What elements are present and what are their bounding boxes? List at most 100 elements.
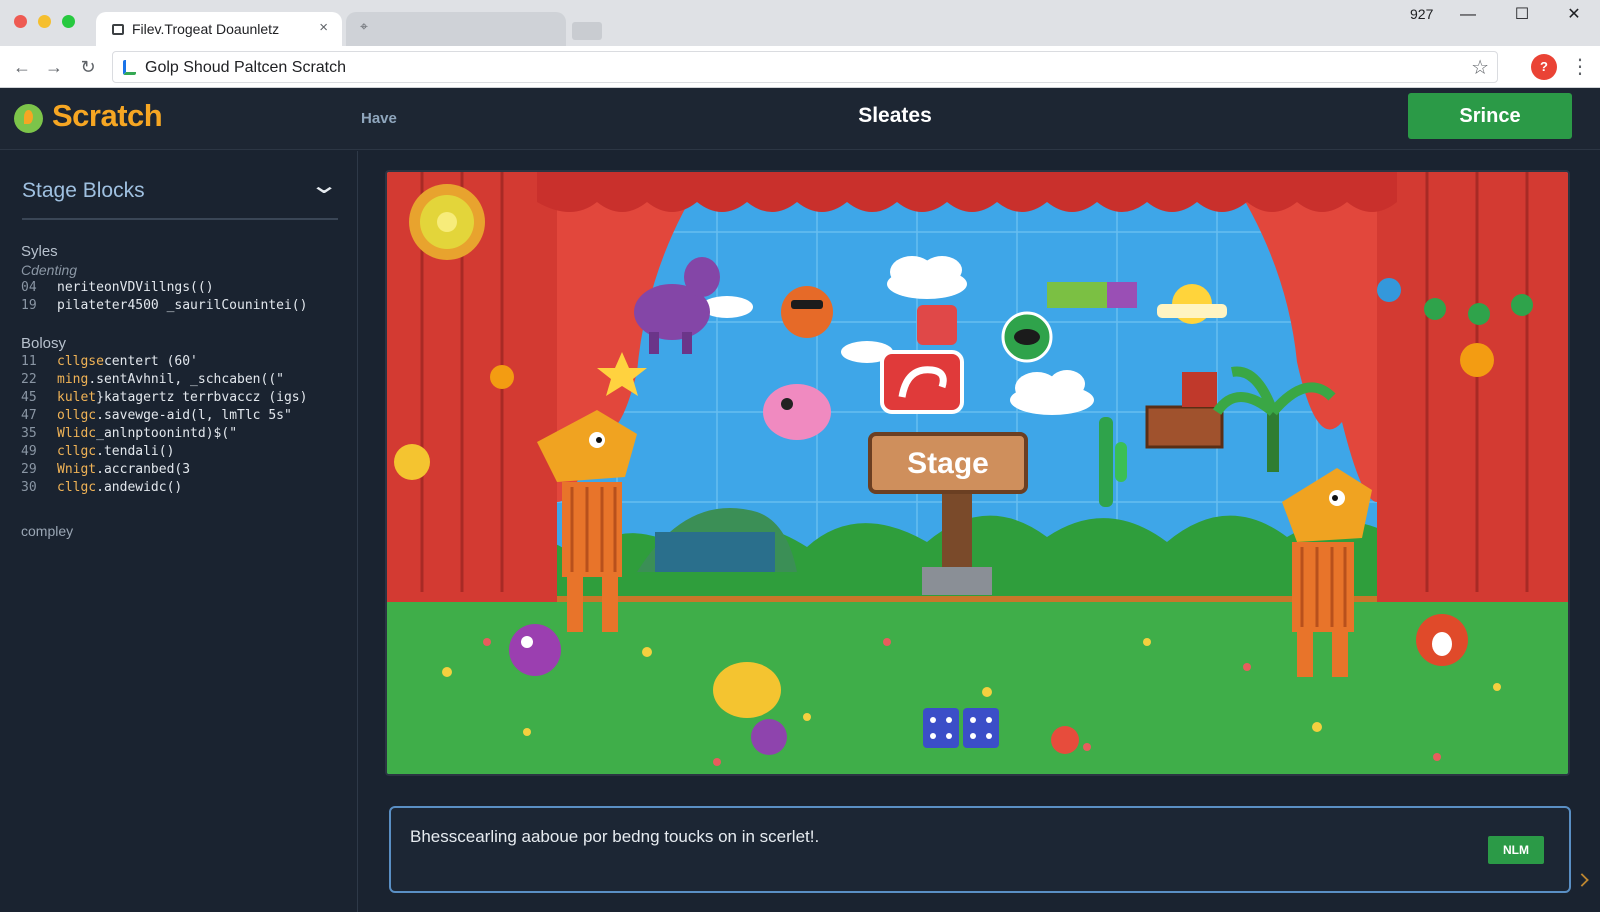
line-number: 04: [21, 280, 37, 295]
code-text: _anlnptoonintd)$(": [96, 426, 238, 441]
line-number: 30: [21, 480, 37, 495]
line-number: 35: [21, 426, 37, 441]
stage-canvas[interactable]: Stage: [385, 170, 1570, 776]
purple-beetle-sprite[interactable]: [509, 624, 561, 676]
green-eye-sprite[interactable]: [1001, 311, 1053, 363]
tab-title: Filev.Trogeat Doaunletz: [132, 21, 280, 37]
code-text: }katagertz terrbvaccz (igs): [96, 390, 308, 405]
code-line[interactable]: 11 cllgsecentert (60': [21, 353, 351, 371]
reload-icon[interactable]: ↻: [74, 53, 102, 81]
section-label: Bolosy: [21, 335, 67, 352]
back-arrow-icon[interactable]: ←: [8, 53, 36, 81]
curtain-valance: [537, 172, 1397, 212]
code-keyword: Wlidc: [57, 426, 97, 441]
close-tab-icon[interactable]: ×: [319, 19, 328, 36]
code-keyword: kulet: [57, 390, 97, 405]
smiley-sprite[interactable]: [394, 444, 430, 480]
code-line[interactable]: 04 neriteonVDVillngs((): [21, 279, 351, 297]
line-number: 49: [21, 444, 37, 459]
sun-badge-sprite[interactable]: [409, 184, 485, 260]
close-window-dot[interactable]: [14, 15, 27, 28]
red-ball-sprite[interactable]: [1051, 726, 1079, 754]
green-block-sprite[interactable]: [1047, 282, 1137, 308]
code-text: centert (60': [103, 354, 198, 369]
page-icon: [112, 24, 124, 35]
code-line[interactable]: 35 Wlidc_anlnptoonintd)$(": [21, 425, 351, 443]
section-sublabel: Cdenting: [21, 262, 78, 278]
resize-handle-icon[interactable]: [1575, 873, 1589, 887]
tab-placeholder[interactable]: [572, 22, 602, 40]
red-robot-sprite[interactable]: [917, 305, 957, 345]
primary-action-button[interactable]: Srince: [1408, 93, 1572, 139]
code-line[interactable]: 45 kulet}katagertz terrbvaccz (igs): [21, 389, 351, 407]
code-text: neriteonVDVillngs((): [57, 280, 214, 295]
code-text: .andewidc(): [96, 480, 183, 495]
orange-face-sprite[interactable]: [1460, 343, 1494, 377]
address-bar[interactable]: Golp Shoud Paltcen Scratch ☆: [112, 51, 1498, 83]
sunglasses-ball-sprite[interactable]: [781, 286, 833, 338]
bookmark-star-icon[interactable]: ☆: [1471, 55, 1489, 80]
minimize-icon[interactable]: —: [1448, 2, 1488, 28]
line-number: 29: [21, 462, 37, 477]
code-keyword: Wnigt: [57, 462, 97, 477]
blocks-sidebar: Stage Blocks ⌄ Syles Cdenting 04 neriteon…: [0, 151, 358, 912]
zoom-window-dot[interactable]: [62, 15, 75, 28]
code-line[interactable]: 29 Wnigt.accranbed(3: [21, 461, 351, 479]
red-monster-sprite[interactable]: [1416, 614, 1468, 666]
scratch-logo-text[interactable]: Scratch: [52, 98, 163, 134]
new-tab-icon[interactable]: ⌖: [360, 18, 368, 35]
forward-arrow-icon[interactable]: →: [40, 53, 68, 81]
code-line[interactable]: 19 pilateter4500 _saurilCounintei(): [21, 297, 351, 315]
section-footer-label: compley: [21, 523, 74, 539]
sidebar-divider: [22, 218, 338, 220]
minimize-window-dot[interactable]: [38, 15, 51, 28]
code-keyword: ollgc: [57, 408, 97, 423]
nav-item-have[interactable]: Have: [361, 110, 397, 127]
code-line[interactable]: 47 ollgc.savewge-aid(l, lmTlc 5s": [21, 407, 351, 425]
sign-base-stones: [922, 567, 992, 595]
close-window-icon[interactable]: ✕: [1554, 2, 1594, 28]
browser-toolbar: ← → ↻ Golp Shoud Paltcen Scratch ☆ ? ⋮: [0, 46, 1600, 88]
code-line[interactable]: 49 cllgc.tendali(): [21, 443, 351, 461]
browser-tab-inactive[interactable]: ⌖: [346, 12, 566, 46]
code-line[interactable]: 22 ming.sentAvhnil, _schcaben((": [21, 371, 351, 389]
address-text[interactable]: Golp Shoud Paltcen Scratch: [145, 59, 346, 77]
system-clock: 927: [1410, 6, 1434, 22]
orange-orb-sprite[interactable]: [490, 365, 514, 389]
code-text: .accranbed(3: [96, 462, 191, 477]
page-title: Sleates: [858, 104, 932, 127]
line-number: 19: [21, 298, 37, 313]
right-wall-curtain: [1377, 172, 1568, 602]
code-keyword: cllgc: [57, 444, 97, 459]
grass-ground: [387, 602, 1568, 774]
site-favicon-icon: [123, 60, 136, 75]
line-number: 47: [21, 408, 37, 423]
hut-front: [655, 532, 775, 572]
app-header: Scratch Have Sleates Srince: [0, 88, 1600, 150]
message-text[interactable]: Bhesscearling aaboue por bedng toucks on…: [410, 827, 819, 847]
maximize-icon[interactable]: ☐: [1502, 2, 1542, 28]
stage-sign-text: Stage: [907, 447, 989, 480]
line-number: 11: [21, 354, 37, 369]
submit-button[interactable]: NLM: [1488, 836, 1544, 864]
line-number: 45: [21, 390, 37, 405]
code-keyword: cllgc: [57, 480, 97, 495]
code-keyword: ming: [57, 372, 89, 387]
browser-tab-strip: Filev.Trogeat Doaunletz × ⌖ 927 — ☐ ✕: [0, 0, 1600, 46]
code-text: .tendali(): [96, 444, 175, 459]
pink-bird-sprite[interactable]: [763, 384, 831, 440]
line-number: 22: [21, 372, 37, 387]
code-text: pilateter4500 _saurilCounintei(): [57, 298, 308, 313]
browser-tab-active[interactable]: Filev.Trogeat Doaunletz ×: [96, 12, 342, 46]
browser-menu-icon[interactable]: ⋮: [1570, 54, 1590, 79]
profile-avatar[interactable]: ?: [1531, 54, 1557, 80]
code-text: .savewge-aid(l, lmTlc 5s": [96, 408, 292, 423]
red-icon-sprite[interactable]: [880, 350, 964, 414]
code-text: .sentAvhnil, _schcaben((": [88, 372, 284, 387]
message-input-bar[interactable]: Bhesscearling aaboue por bedng toucks on…: [389, 806, 1571, 893]
chevron-down-icon[interactable]: ⌄: [309, 171, 339, 200]
sidebar-title: Stage Blocks: [22, 179, 145, 202]
code-keyword: cllgse: [57, 354, 104, 369]
code-line[interactable]: 30 cllgc.andewidc(): [21, 479, 351, 497]
scratch-logo-icon[interactable]: [14, 104, 43, 133]
